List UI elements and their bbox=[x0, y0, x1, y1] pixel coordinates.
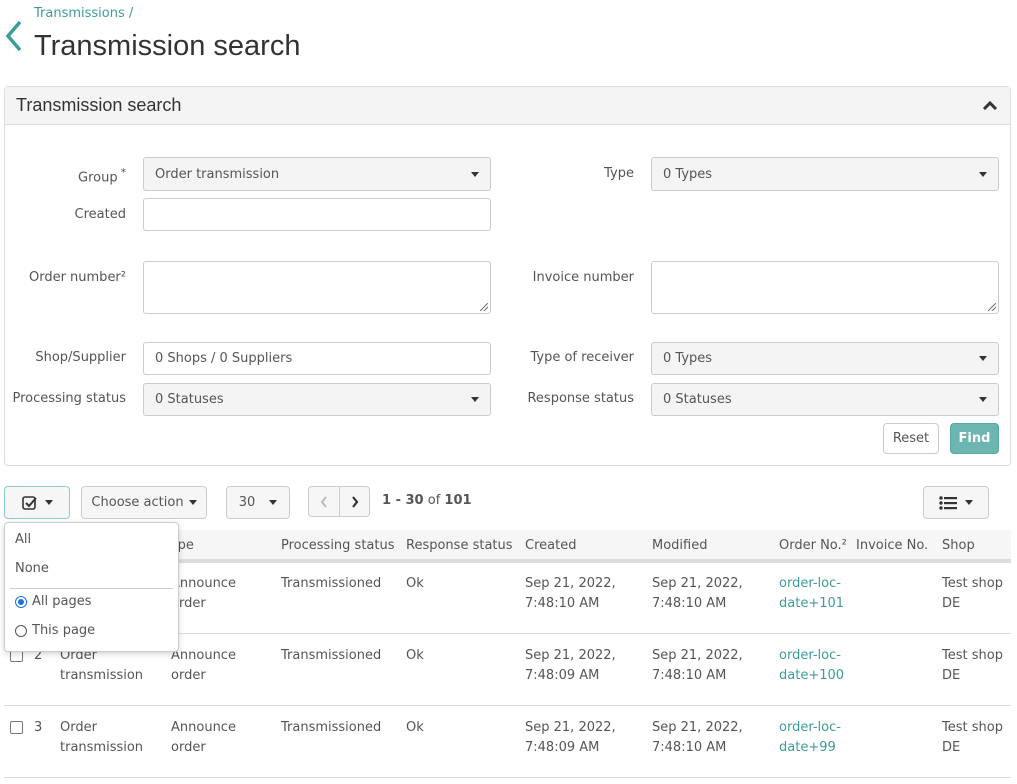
menu-divider bbox=[10, 588, 173, 589]
type-select-value: 0 Types bbox=[663, 166, 713, 182]
row-number: 3 bbox=[34, 720, 43, 735]
invoice-number-textarea[interactable] bbox=[651, 261, 999, 314]
caret-down-icon bbox=[979, 397, 987, 402]
row-group: Ordertransmission bbox=[60, 648, 144, 683]
row-created: Sep 21, 2022, 7:48:10 AM bbox=[525, 576, 616, 611]
caret-down-icon bbox=[188, 500, 197, 505]
radio-this-page[interactable]: This page bbox=[15, 623, 95, 638]
row-shop: Test shop DE bbox=[942, 720, 1003, 755]
panel-header[interactable]: Transmission search bbox=[5, 87, 1010, 125]
resize-grip-icon[interactable] bbox=[480, 303, 488, 311]
row-group: Ordertransmission bbox=[60, 720, 144, 755]
pagination-range: 1 - 30 bbox=[382, 493, 424, 508]
page-title: Transmission search bbox=[34, 30, 301, 62]
caret-down-icon bbox=[269, 500, 278, 505]
processing-status-select[interactable]: 0 Statuses bbox=[143, 383, 491, 416]
row-response-status: Ok bbox=[406, 720, 424, 735]
row-order-no-link[interactable]: order-loc-date+99 bbox=[779, 718, 841, 758]
response-status-value: 0 Statuses bbox=[663, 392, 732, 407]
radio-all-pages[interactable]: All pages bbox=[15, 594, 92, 609]
response-status-label: Response status bbox=[527, 391, 634, 406]
column-chooser-button[interactable] bbox=[923, 486, 989, 519]
column-header-created[interactable]: Created bbox=[525, 538, 576, 553]
order-number-textarea[interactable] bbox=[143, 261, 491, 314]
row-created: Sep 21, 2022, 7:48:09 AM bbox=[525, 720, 616, 755]
table-row[interactable]: 3 Order transmission Announce order Transm… bbox=[4, 706, 1011, 778]
created-label: Created bbox=[74, 207, 126, 222]
group-label: Group * bbox=[78, 166, 126, 186]
column-header-shop[interactable]: Shop bbox=[942, 538, 975, 553]
caret-down-icon bbox=[44, 500, 53, 505]
row-processing-status: Transmissioned bbox=[281, 576, 382, 591]
select-all-dropdown-button[interactable] bbox=[4, 486, 70, 519]
processing-status-label: Processing status bbox=[12, 391, 127, 406]
pagination-total: 101 bbox=[444, 493, 472, 508]
type-of-receiver-value: 0 Types bbox=[663, 351, 713, 366]
menu-item-none[interactable]: None bbox=[15, 561, 49, 576]
row-order-no-link[interactable]: order-loc-date+100 bbox=[779, 646, 844, 686]
menu-item-all[interactable]: All bbox=[15, 532, 31, 547]
column-header-response-status[interactable]: Response status bbox=[406, 538, 513, 553]
type-label: Type bbox=[604, 166, 634, 181]
resize-grip-icon[interactable] bbox=[988, 303, 996, 311]
row-shop: Test shop DE bbox=[942, 576, 1003, 611]
prev-page-button[interactable] bbox=[308, 486, 340, 517]
chevron-right-icon bbox=[351, 495, 358, 508]
panel-title: Transmission search bbox=[16, 95, 182, 115]
caret-down-icon bbox=[979, 356, 987, 361]
reset-button[interactable]: Reset bbox=[883, 423, 939, 454]
choose-action-button[interactable]: Choose action bbox=[81, 486, 207, 519]
checkbox-checked-icon bbox=[21, 496, 37, 510]
find-button[interactable]: Find bbox=[950, 423, 999, 454]
caret-down-icon bbox=[471, 171, 479, 177]
row-created: Sep 21, 2022, 7:48:09 AM bbox=[525, 648, 616, 683]
group-select[interactable]: Order transmission bbox=[143, 157, 491, 191]
column-header-modified[interactable]: Modified bbox=[652, 538, 707, 553]
caret-down-icon bbox=[979, 171, 987, 177]
group-select-value: Order transmission bbox=[155, 166, 280, 182]
column-header-order-no[interactable]: Order No.² bbox=[779, 538, 847, 553]
page-size-value: 30 bbox=[238, 495, 256, 510]
select-dropdown-menu: All None All pages This page bbox=[4, 522, 179, 652]
response-status-select[interactable]: 0 Statuses bbox=[651, 383, 999, 416]
chevron-up-icon[interactable] bbox=[982, 99, 998, 114]
type-of-receiver-label: Type of receiver bbox=[530, 350, 634, 365]
row-type: Announce order bbox=[171, 720, 236, 755]
next-page-button[interactable] bbox=[339, 486, 370, 517]
radio-unselected-icon[interactable] bbox=[15, 624, 27, 637]
row-response-status: Ok bbox=[406, 576, 424, 591]
breadcrumb-transmissions[interactable]: Transmissions / bbox=[34, 6, 133, 21]
created-input[interactable] bbox=[143, 198, 491, 231]
page-size-select[interactable]: 30 bbox=[226, 486, 290, 519]
row-processing-status: Transmissioned bbox=[281, 720, 382, 735]
row-type: Announce order bbox=[171, 648, 236, 683]
column-header-processing-status[interactable]: Processing status bbox=[281, 538, 395, 553]
caret-down-icon bbox=[471, 397, 479, 402]
invoice-number-label: Invoice number bbox=[532, 270, 634, 285]
row-modified: Sep 21, 2022, 7:48:10 AM bbox=[652, 648, 743, 683]
back-chevron-icon[interactable] bbox=[5, 20, 23, 56]
row-checkbox[interactable] bbox=[10, 721, 23, 734]
row-modified: Sep 21, 2022, 7:48:10 AM bbox=[652, 576, 743, 611]
pagination-of: of bbox=[427, 493, 441, 508]
order-number-label: Order number² bbox=[28, 270, 126, 285]
pagination-info: 1 - 30 of 101 bbox=[382, 493, 472, 508]
caret-down-icon bbox=[965, 500, 973, 505]
list-icon bbox=[939, 495, 957, 510]
row-response-status: Ok bbox=[406, 648, 424, 663]
row-shop: Test shop DE bbox=[942, 648, 1003, 683]
choose-action-label: Choose action bbox=[91, 495, 184, 510]
row-modified: Sep 21, 2022, 7:48:10 AM bbox=[652, 720, 743, 755]
row-order-no-link[interactable]: order-loc-date+101 bbox=[779, 574, 844, 614]
type-of-receiver-select[interactable]: 0 Types bbox=[651, 342, 999, 375]
row-type: Announce order bbox=[171, 576, 236, 611]
radio-selected-icon[interactable] bbox=[15, 595, 27, 608]
type-select[interactable]: 0 Types bbox=[651, 157, 999, 191]
shop-supplier-label: Shop/Supplier bbox=[35, 350, 126, 365]
shop-supplier-input[interactable]: 0 Shops / 0 Suppliers bbox=[143, 342, 491, 375]
processing-status-value: 0 Statuses bbox=[155, 392, 224, 407]
column-header-invoice-no[interactable]: Invoice No. bbox=[856, 538, 928, 553]
row-processing-status: Transmissioned bbox=[281, 648, 382, 663]
chevron-left-icon bbox=[320, 495, 327, 508]
